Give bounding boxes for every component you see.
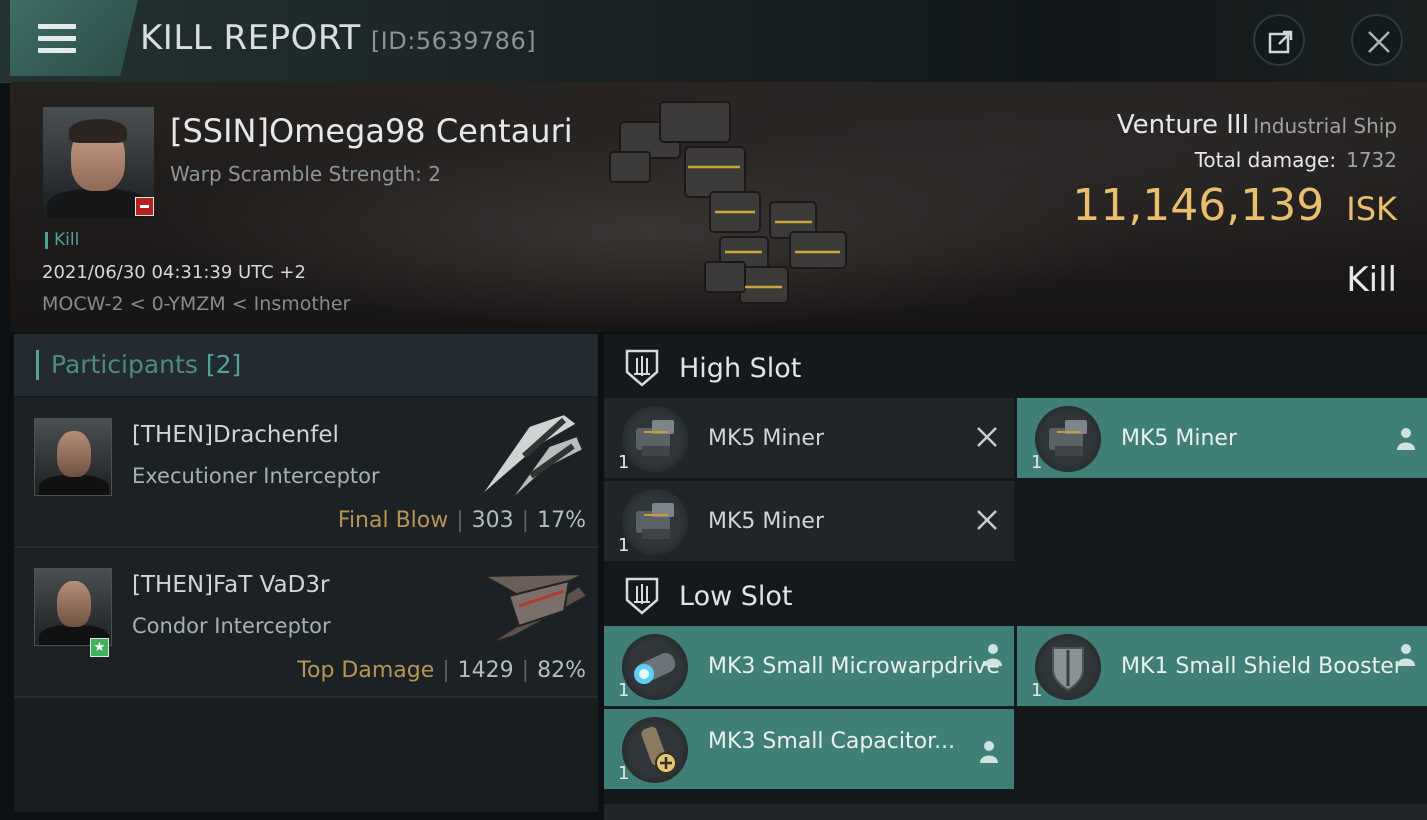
participant-name: [THEN]Drachenfel: [132, 422, 339, 448]
module-name: MK1 Small Shield Booster: [1121, 654, 1403, 679]
high-slot-icon: [625, 349, 659, 387]
isk-value: 11,146,139 ISK: [1072, 180, 1397, 231]
high-slot-label: High Slot: [679, 353, 802, 384]
isk-unit: ISK: [1346, 190, 1397, 228]
victim-banner: [SSIN]Omega98 Centauri Warp Scramble Str…: [10, 82, 1427, 332]
participants-title: Participants [2]: [36, 350, 241, 380]
microwarpdrive-icon: [622, 634, 688, 700]
module-item[interactable]: 1 MK3 Small Capacitor...: [604, 709, 1014, 789]
miner-icon: [1035, 406, 1101, 472]
ship-name-text: Venture III: [1116, 110, 1250, 140]
module-quantity: 1: [618, 680, 630, 701]
menu-button[interactable]: [10, 0, 138, 76]
participant-row[interactable]: [THEN]Drachenfel Executioner Interceptor…: [14, 398, 598, 548]
dropped-person-icon: [1397, 644, 1415, 666]
participants-panel: Participants [2] [THEN]Drachenfel Execut…: [14, 334, 598, 812]
miner-icon: [622, 406, 688, 472]
star-standing-icon: ★: [90, 638, 109, 657]
module-quantity: 1: [618, 763, 630, 784]
destroyed-icon: [977, 510, 997, 530]
module-item[interactable]: 1 MK3 Small Microwarpdrive: [604, 626, 1014, 706]
kill-type-tag: Kill: [45, 232, 79, 249]
capacitor-icon: [622, 717, 688, 783]
kill-timestamp: 2021/06/30 04:31:39 UTC +2: [42, 262, 306, 283]
warp-scramble-strength: Warp Scramble Strength: 2: [170, 162, 441, 186]
share-button[interactable]: [1253, 14, 1305, 66]
module-name: MK5 Miner: [708, 509, 825, 534]
participants-count: [2]: [205, 350, 242, 379]
module-quantity: 1: [1031, 680, 1043, 701]
module-item[interactable]: 1 MK5 Miner: [604, 398, 1014, 478]
participant-ship-image: [478, 412, 585, 503]
module-item[interactable]: 1 MK1 Small Shield Booster: [1017, 626, 1427, 706]
participant-name: [THEN]FaT VaD3r: [132, 572, 330, 598]
participant-stats: Final Blow | 303 | 17%: [337, 508, 586, 533]
participant-damage: 1429: [457, 658, 514, 683]
close-button[interactable]: [1351, 14, 1403, 66]
participant-percent: 82%: [537, 658, 586, 683]
module-quantity: 1: [618, 535, 630, 556]
page-title: KILL REPORT [ID:5639786]: [140, 18, 536, 58]
victim-name[interactable]: [SSIN]Omega98 Centauri: [170, 112, 573, 150]
module-item[interactable]: 1 MK5 Miner: [604, 481, 1014, 561]
participant-damage: 303: [471, 508, 514, 533]
victim-ship-image[interactable]: [590, 92, 860, 312]
participant-stats: Top Damage | 1429 | 82%: [297, 658, 586, 683]
total-damage-label: Total damage:: [1194, 148, 1337, 172]
low-slot-icon: [625, 577, 659, 615]
fittings-panel: High Slot 1 MK5 Miner 1 MK5 Miner 1 MK5 …: [604, 334, 1427, 820]
module-name: MK5 Miner: [708, 426, 825, 451]
dropped-person-icon: [984, 644, 1002, 666]
dropped-person-icon: [980, 741, 998, 763]
participant-avatar[interactable]: [34, 418, 112, 496]
share-icon: [1268, 30, 1293, 54]
shield-booster-icon: [1035, 634, 1101, 700]
kill-id: [ID:5639786]: [370, 27, 537, 55]
participant-percent: 17%: [537, 508, 586, 533]
total-damage: Total damage: 1732: [1195, 148, 1397, 172]
ship-class: Industrial Ship: [1253, 114, 1397, 138]
high-slot-header: High Slot: [604, 336, 1427, 400]
kill-report-header: KILL REPORT [ID:5639786]: [0, 0, 1427, 83]
participants-header: Participants [2]: [14, 334, 598, 396]
miner-icon: [622, 489, 688, 555]
victim-ship-name[interactable]: Venture III Industrial Ship: [1117, 110, 1397, 140]
low-slot-label: Low Slot: [679, 581, 793, 612]
module-quantity: 1: [618, 452, 630, 473]
kill-location[interactable]: MOCW-2 < 0-YMZM < Insmother: [42, 293, 350, 315]
participants-label: Participants: [51, 350, 198, 379]
destroyed-icon: [977, 427, 997, 447]
participant-avatar[interactable]: [34, 568, 112, 646]
top-damage-tag: Top Damage: [297, 658, 435, 683]
next-slot-header-partial: [604, 804, 1427, 820]
total-damage-value: 1732: [1346, 148, 1397, 172]
participant-ship: Condor Interceptor: [132, 614, 331, 638]
close-icon: [1368, 31, 1390, 53]
isk-amount: 11,146,139: [1072, 180, 1325, 231]
standing-negative-icon: [135, 197, 154, 216]
final-blow-tag: Final Blow: [337, 508, 449, 533]
low-slot-header: Low Slot: [604, 564, 1427, 628]
participant-ship-image: [480, 573, 589, 645]
module-name: MK3 Small Microwarpdrive: [708, 654, 1000, 679]
module-item[interactable]: 1 MK5 Miner: [1017, 398, 1427, 478]
kill-result: Kill: [1346, 260, 1397, 300]
participant-ship: Executioner Interceptor: [132, 464, 380, 488]
module-name: MK5 Miner: [1121, 426, 1238, 451]
title-text: KILL REPORT: [140, 18, 361, 58]
dropped-person-icon: [1397, 428, 1415, 450]
module-name: MK3 Small Capacitor...: [708, 729, 956, 754]
participant-row[interactable]: ★ [THEN]FaT VaD3r Condor Interceptor Top…: [14, 548, 598, 698]
module-quantity: 1: [1031, 452, 1043, 473]
